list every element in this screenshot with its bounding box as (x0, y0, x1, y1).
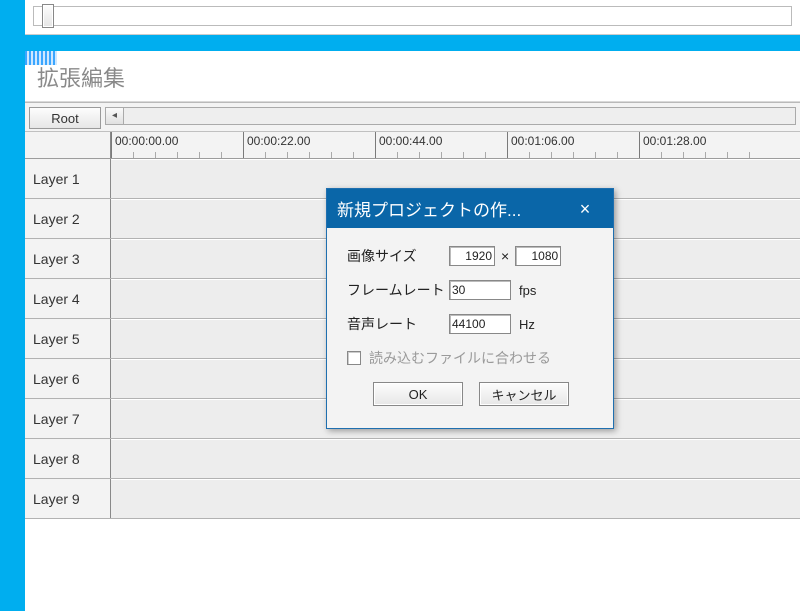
timeline-top-row: Root ◂ (25, 103, 800, 132)
ruler-tick-minor (265, 152, 266, 158)
layer-label[interactable]: Layer 2 (25, 199, 111, 238)
dialog-buttons: OK キャンセル (347, 382, 595, 420)
frame-rate-label: フレームレート (347, 280, 449, 300)
ruler-tick-minor (529, 152, 530, 158)
ruler-tick-minor (661, 152, 662, 158)
image-size-label: 画像サイズ (347, 246, 449, 266)
layer-label[interactable]: Layer 8 (25, 439, 111, 478)
dialog-titlebar[interactable]: 新規プロジェクトの作... × (327, 189, 613, 228)
ruler-tick-minor (287, 152, 288, 158)
ruler-tick-minor (617, 152, 618, 158)
layer-label[interactable]: Layer 7 (25, 399, 111, 438)
frame-rate-input[interactable] (449, 280, 511, 300)
root-button[interactable]: Root (29, 107, 101, 129)
ruler-tick-minor (133, 152, 134, 158)
ruler-tick-minor (749, 152, 750, 158)
ok-button[interactable]: OK (373, 382, 463, 406)
ruler-tick-label: 00:00:44.00 (379, 134, 442, 148)
dialog-title-text: 新規プロジェクトの作... (337, 196, 521, 221)
layer-label[interactable]: Layer 5 (25, 319, 111, 358)
layer-label[interactable]: Layer 9 (25, 479, 111, 518)
seek-slider-handle[interactable] (42, 4, 54, 28)
layer-label[interactable]: Layer 6 (25, 359, 111, 398)
ruler-tick (639, 132, 640, 158)
layer-label[interactable]: Layer 4 (25, 279, 111, 318)
ruler-tick-minor (463, 152, 464, 158)
ruler-tick (243, 132, 244, 158)
image-height-input[interactable] (515, 246, 561, 266)
layer-label[interactable]: Layer 3 (25, 239, 111, 278)
ruler-tick-label: 00:00:00.00 (115, 134, 178, 148)
ruler-tick-label: 00:00:22.00 (247, 134, 310, 148)
match-file-checkbox-label: 読み込むファイルに合わせる (369, 348, 551, 368)
ruler-tick-minor (551, 152, 552, 158)
cancel-button[interactable]: キャンセル (479, 382, 569, 406)
ruler-tick-minor (573, 152, 574, 158)
background (0, 35, 800, 51)
ruler-tick-minor (221, 152, 222, 158)
layer-row: Layer 8 (25, 439, 800, 479)
hz-unit: Hz (519, 317, 535, 332)
playhead-indicator (25, 51, 57, 65)
layer-track[interactable] (111, 439, 800, 478)
seek-slider-track[interactable] (33, 6, 792, 26)
match-file-checkbox-row: 読み込むファイルに合わせる (347, 348, 595, 368)
audio-rate-row: 音声レート Hz (347, 314, 595, 334)
new-project-dialog: 新規プロジェクトの作... × 画像サイズ × フレームレート fps 音声レー… (326, 188, 614, 429)
ruler-tick-minor (705, 152, 706, 158)
layer-track[interactable] (111, 479, 800, 518)
horizontal-scrollbar[interactable]: ◂ (105, 107, 796, 125)
upper-window (25, 0, 800, 35)
frame-rate-row: フレームレート fps (347, 280, 595, 300)
ruler-tick-minor (485, 152, 486, 158)
image-size-row: 画像サイズ × (347, 246, 595, 266)
ruler-row: 00:00:00.00 00:00:22.00 00:00:44.00 00:01:0… (25, 132, 800, 159)
ruler-tick (111, 132, 112, 158)
ruler-tick-minor (683, 152, 684, 158)
scroll-left-button[interactable]: ◂ (106, 108, 124, 124)
audio-rate-label: 音声レート (347, 314, 449, 334)
ruler-tick-minor (353, 152, 354, 158)
ruler-tick-minor (331, 152, 332, 158)
ruler-tick-minor (155, 152, 156, 158)
ruler-tick-minor (397, 152, 398, 158)
times-separator: × (501, 248, 509, 264)
fps-unit: fps (519, 283, 536, 298)
layer-label[interactable]: Layer 1 (25, 159, 111, 198)
ruler-tick-minor (199, 152, 200, 158)
ruler-tick-minor (419, 152, 420, 158)
ruler-tick (507, 132, 508, 158)
match-file-checkbox[interactable] (347, 351, 361, 365)
ruler-tick-minor (177, 152, 178, 158)
time-ruler[interactable]: 00:00:00.00 00:00:22.00 00:00:44.00 00:01:0… (111, 132, 800, 158)
ruler-tick (375, 132, 376, 158)
ruler-tick-minor (727, 152, 728, 158)
ruler-tick-minor (309, 152, 310, 158)
dialog-body: 画像サイズ × フレームレート fps 音声レート Hz 読み込むファイルに合わ… (327, 228, 613, 428)
ruler-tick-minor (595, 152, 596, 158)
ruler-tick-label: 00:01:06.00 (511, 134, 574, 148)
layer-row: Layer 9 (25, 479, 800, 519)
layer-header-spacer (25, 132, 111, 158)
image-width-input[interactable] (449, 246, 495, 266)
close-icon[interactable]: × (567, 200, 603, 218)
ruler-tick-label: 00:01:28.00 (643, 134, 706, 148)
window-title: 拡張編集 (25, 51, 800, 102)
audio-rate-input[interactable] (449, 314, 511, 334)
ruler-tick-minor (441, 152, 442, 158)
